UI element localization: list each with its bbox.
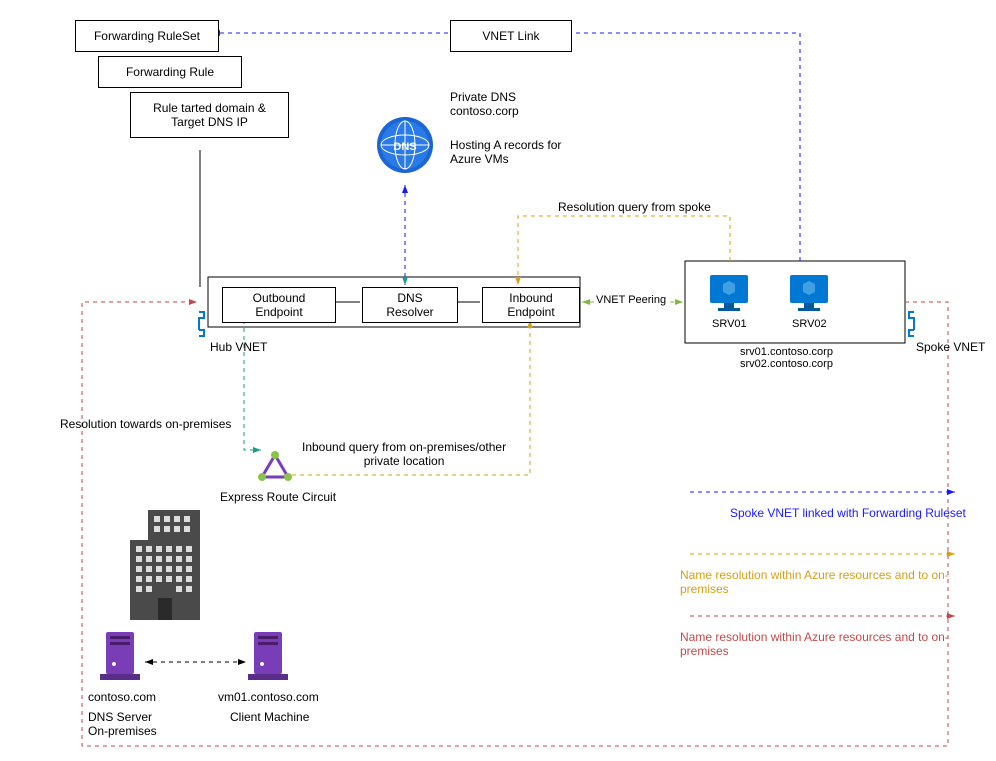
legend-red-label: Name resolution within Azure resources a… xyxy=(680,630,996,658)
srv02-label: SRV02 xyxy=(792,318,827,330)
express-route-label: Express Route Circuit xyxy=(220,490,336,504)
dns-server-domain-label: contoso.com xyxy=(88,690,156,704)
vnet-link-box: VNET Link xyxy=(450,20,572,52)
inbound-query-label: Inbound query from on-premises/other pri… xyxy=(302,440,506,468)
dns-resolver-box: DNS Resolver xyxy=(362,287,458,323)
inbound-endpoint-box: Inbound Endpoint xyxy=(482,287,580,323)
srv-fqdn-label: srv01.contoso.corp srv02.contoso.corp xyxy=(740,346,833,370)
hub-vnet-label: Hub VNET xyxy=(210,340,267,354)
resolution-onprem-label: Resolution towards on-premises xyxy=(60,417,231,431)
client-domain-label: vm01.contoso.com xyxy=(218,690,319,704)
forwarding-rule-box: Forwarding Rule xyxy=(98,56,242,88)
legend-blue-label: Spoke VNET linked with Forwarding Rulese… xyxy=(730,506,966,520)
rule-target-box: Rule tarted domain & Target DNS IP xyxy=(130,92,289,138)
diagram-canvas: DNS Forwarding RuleSet Forwarding Rule R… xyxy=(0,0,996,761)
hosting-label: Hosting A records for Azure VMs xyxy=(450,138,561,166)
legend-orange-label: Name resolution within Azure resources a… xyxy=(680,568,996,596)
dns-server-role-label: DNS Server On-premises xyxy=(88,710,157,738)
spoke-vnet-label: Spoke VNET xyxy=(916,340,985,354)
outbound-endpoint-box: Outbound Endpoint xyxy=(222,287,336,323)
resolution-spoke-label: Resolution query from spoke xyxy=(558,200,711,214)
forwarding-ruleset-box: Forwarding RuleSet xyxy=(75,20,219,52)
dns-icon-text: DNS xyxy=(393,141,416,153)
private-dns-label: Private DNS contoso.corp xyxy=(450,90,519,118)
vnet-peering-label: VNET Peering xyxy=(594,294,668,306)
client-role-label: Client Machine xyxy=(230,710,309,724)
srv01-label: SRV01 xyxy=(712,318,747,330)
